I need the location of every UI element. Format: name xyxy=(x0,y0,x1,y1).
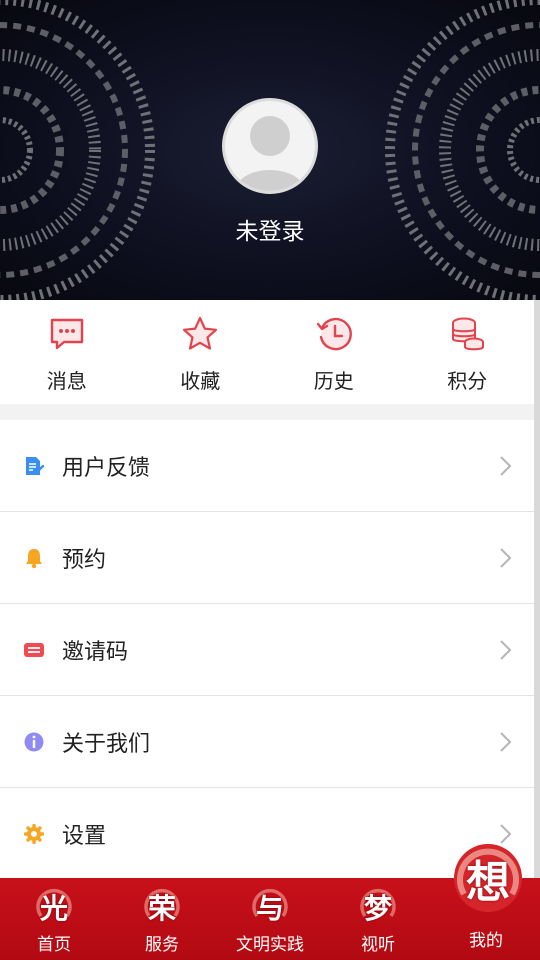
star-icon xyxy=(183,316,218,350)
chevron-right-icon xyxy=(500,732,512,752)
quick-action-label: 积分 xyxy=(447,369,488,393)
quick-action-favorites[interactable]: 收藏 xyxy=(134,300,268,404)
menu-item-label: 设置 xyxy=(62,823,107,849)
hammer-sickle-emblem-icon: 梦 xyxy=(357,886,399,928)
tab-glyph: 光 xyxy=(39,892,68,925)
quick-action-label: 收藏 xyxy=(180,369,221,393)
menu-item-label: 关于我们 xyxy=(62,731,151,757)
feedback-icon xyxy=(26,456,45,475)
info-icon xyxy=(24,732,44,751)
tab-label: 首页 xyxy=(37,935,71,955)
quick-action-label: 消息 xyxy=(46,369,87,393)
coins-icon xyxy=(452,317,485,351)
menu-item-reservation[interactable]: 预约 xyxy=(0,512,534,604)
tab-glyph: 与 xyxy=(255,892,284,925)
tab-glyph: 想 xyxy=(466,857,510,908)
quick-action-points[interactable]: 积分 xyxy=(401,300,535,404)
bell-icon xyxy=(26,548,42,568)
chevron-right-icon xyxy=(500,456,512,476)
tab-label: 我的 xyxy=(469,931,503,951)
chevron-right-icon xyxy=(500,548,512,568)
quick-action-label: 历史 xyxy=(313,369,354,393)
hammer-sickle-emblem-icon: 想 xyxy=(452,842,524,914)
tab-glyph: 荣 xyxy=(147,892,176,925)
menu-item-label: 用户反馈 xyxy=(62,455,151,481)
settings-menu-list: 用户反馈 预约 邀请码 关于我们 设置 xyxy=(0,420,534,880)
hammer-sickle-emblem-icon: 光 xyxy=(33,886,75,928)
papercut-pattern-decoration xyxy=(385,0,540,300)
bottom-tab-bar: 光 首页 荣 服务 与 文明实践 梦 视听 想 我的 xyxy=(0,844,540,960)
avatar[interactable] xyxy=(222,98,318,194)
tab-audio-video[interactable]: 梦 视听 xyxy=(324,878,432,960)
history-icon xyxy=(316,317,352,351)
quick-action-messages[interactable]: 消息 xyxy=(0,300,134,404)
menu-item-invite-code[interactable]: 邀请码 xyxy=(0,604,534,696)
menu-item-about-us[interactable]: 关于我们 xyxy=(0,696,534,788)
tab-civilization-practice[interactable]: 与 文明实践 xyxy=(216,878,324,960)
login-status-label[interactable]: 未登录 xyxy=(0,212,540,246)
menu-item-label: 预约 xyxy=(62,547,107,573)
gear-icon xyxy=(24,823,44,844)
menu-item-feedback[interactable]: 用户反馈 xyxy=(0,420,534,512)
default-user-icon xyxy=(235,116,305,191)
tab-glyph: 梦 xyxy=(363,892,392,925)
tab-label: 服务 xyxy=(145,935,179,955)
quick-action-history[interactable]: 历史 xyxy=(267,300,401,404)
profile-header-banner: 未登录 xyxy=(0,0,540,300)
chevron-right-icon xyxy=(500,640,512,660)
tab-label: 文明实践 xyxy=(236,935,304,955)
tab-label: 视听 xyxy=(361,935,395,955)
tab-home[interactable]: 光 首页 xyxy=(0,878,108,960)
tab-mine[interactable]: 想 我的 xyxy=(432,844,540,960)
hammer-sickle-emblem-icon: 与 xyxy=(249,886,291,928)
ticket-icon xyxy=(24,642,44,657)
papercut-pattern-decoration xyxy=(0,0,155,300)
quick-actions-bar: 消息 收藏 历史 积分 xyxy=(0,300,534,404)
menu-item-label: 邀请码 xyxy=(62,639,129,665)
scrollbar[interactable] xyxy=(534,300,540,878)
hammer-sickle-emblem-icon: 荣 xyxy=(141,886,183,928)
message-icon xyxy=(50,318,83,350)
tab-services[interactable]: 荣 服务 xyxy=(108,878,216,960)
